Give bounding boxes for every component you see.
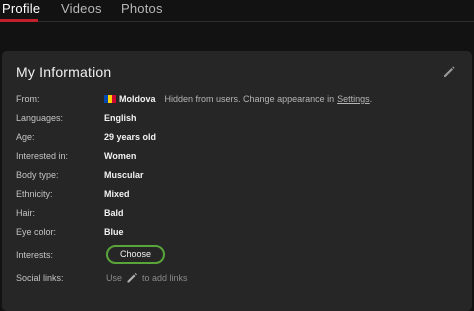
body-type-label: Body type: <box>16 170 59 180</box>
hair-value: Bald <box>104 208 124 218</box>
settings-link[interactable]: Settings <box>337 94 370 104</box>
row-interests: Interests: Choose <box>16 245 466 264</box>
tab-profile[interactable]: Profile <box>2 2 40 16</box>
eye-color-value: Blue <box>104 227 124 237</box>
social-links-hint: Use to add links <box>106 272 188 284</box>
age-label: Age: <box>16 132 35 142</box>
pencil-icon[interactable] <box>442 65 456 79</box>
languages-value: English <box>104 113 137 123</box>
row-age: Age: 29 years old <box>16 129 466 145</box>
note-period: . <box>369 94 373 104</box>
social-links-label: Social links: <box>16 273 64 283</box>
active-tab-indicator <box>0 19 38 22</box>
row-body-type: Body type: Muscular <box>16 167 466 183</box>
from-label: From: <box>16 94 40 104</box>
hair-label: Hair: <box>16 208 36 218</box>
choose-interests-button[interactable]: Choose <box>106 245 165 264</box>
add-links-pencil-icon[interactable] <box>126 272 138 284</box>
tab-videos[interactable]: Videos <box>61 2 102 16</box>
row-hair: Hair: Bald <box>16 205 466 221</box>
age-value: 29 years old <box>104 132 157 142</box>
row-interested-in: Interested in: Women <box>16 148 466 164</box>
row-languages: Languages: English <box>16 110 466 126</box>
body-type-value: Muscular <box>104 170 144 180</box>
card-title: My Information <box>16 64 112 80</box>
row-ethnicity: Ethnicity: Mixed <box>16 186 466 202</box>
from-value: Moldova Hidden from users. Change appear… <box>104 93 372 105</box>
interested-in-label: Interested in: <box>16 151 69 161</box>
social-links-prefix: Use <box>106 273 123 283</box>
moldova-flag-icon <box>104 95 116 103</box>
interests-label: Interests: <box>16 250 54 260</box>
row-social-links: Social links: Use to add links <box>16 270 466 286</box>
location-hidden-note: Hidden from users. Change appearance in <box>164 94 335 104</box>
ethnicity-value: Mixed <box>104 189 130 199</box>
tab-photos[interactable]: Photos <box>121 2 163 16</box>
row-from: From: Moldova Hidden from users. Change … <box>16 91 466 107</box>
row-eye-color: Eye color: Blue <box>16 224 466 240</box>
my-information-card: My Information From: Moldova Hidden from… <box>2 51 472 311</box>
profile-tabs: Profile Videos Photos <box>0 0 474 22</box>
eye-color-label: Eye color: <box>16 227 57 237</box>
ethnicity-label: Ethnicity: <box>16 189 53 199</box>
interested-in-value: Women <box>104 151 137 161</box>
social-links-suffix: to add links <box>142 273 188 283</box>
country-name: Moldova <box>119 94 156 104</box>
languages-label: Languages: <box>16 113 64 123</box>
